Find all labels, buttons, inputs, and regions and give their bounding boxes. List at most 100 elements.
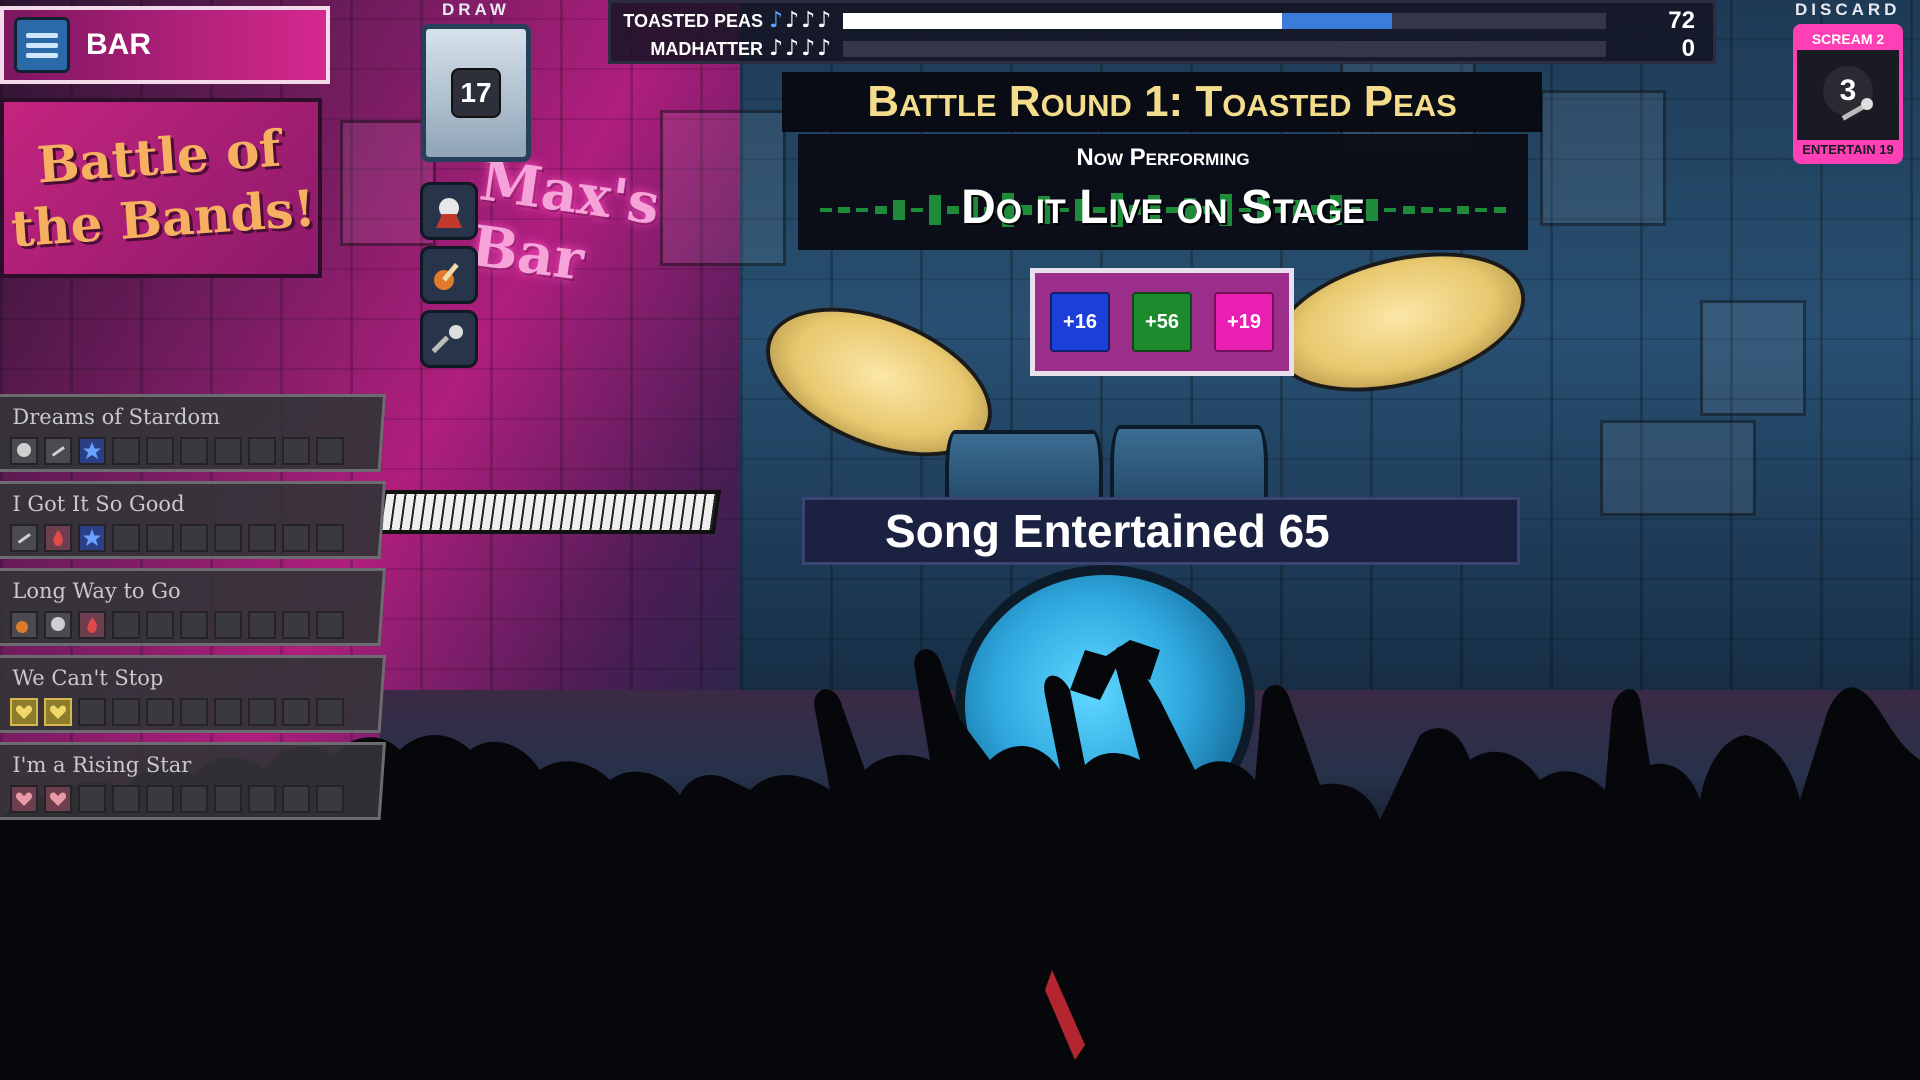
empty-slot [282,437,311,465]
team-score: 0 [1681,35,1695,62]
empty-slot [78,698,107,726]
round-banner: Battle Round 1: Toasted Peas [782,72,1542,132]
heart-gold-icon [10,698,39,726]
empty-slot [146,785,175,813]
mic-icon [10,524,39,552]
empty-slot [282,698,311,726]
empty-slot [214,785,243,813]
draw-pile[interactable]: 17 [421,24,531,162]
empty-slot [282,524,311,552]
score-bar [843,41,1606,57]
song-card[interactable]: I Got It So Good [0,481,386,559]
event-title: Battle of the Bands! [9,118,318,259]
menu-bar: BAR [0,6,330,84]
hero-icon[interactable] [420,182,478,240]
now-performing-label: Now Performing [1076,144,1250,171]
empty-slot [316,698,345,726]
heart-icon [44,785,73,813]
team-score: 72 [1668,7,1695,34]
flame-icon [78,611,107,639]
empty-slot [112,524,141,552]
guitar-icon[interactable] [420,246,478,304]
empty-slot [214,611,243,639]
team-row: TOASTED PEAS ♪ ♪ ♪ ♪ 72 [611,7,1713,35]
song-slots [10,785,345,813]
music-note-icon: ♪ [785,36,800,61]
team-row: MADHATTER ♪ ♪ ♪ ♪ 0 [611,35,1713,63]
heart-gold-icon [44,698,73,726]
music-note-icon: ♪ [801,8,816,33]
empty-slot [316,611,345,639]
notes: ♪ ♪ ♪ ♪ [763,38,849,60]
empty-slot [248,698,277,726]
music-note-icon: ♪ [817,36,832,61]
empty-slot [146,437,175,465]
empty-slot [146,524,175,552]
team-name: TOASTED PEAS [623,10,763,31]
mic-icon [1841,98,1873,121]
location-label: BAR [86,28,151,61]
discard-pile[interactable]: SCREAM 2 3 ENTERTAIN 19 [1793,24,1903,164]
song-slots [10,524,345,552]
bonus-chip: +16 [1050,292,1110,352]
song-list: Dreams of Stardom I Got It So Good Long … [0,394,386,829]
empty-slot [214,437,243,465]
guitar-icon [10,611,39,639]
empty-slot [248,611,277,639]
song-title: Long Way to Go [12,579,181,603]
empty-slot [112,437,141,465]
result-banner: Song Entertained 65 [802,497,1520,565]
music-note-icon: ♪ [817,8,832,33]
empty-slot [282,785,311,813]
music-note-icon: ♪ [769,8,784,33]
empty-slot [316,437,345,465]
music-note-icon: ♪ [801,36,816,61]
empty-slot [146,611,175,639]
song-card[interactable]: I'm a Rising Star [0,742,386,820]
empty-slot [180,698,209,726]
empty-slot [146,698,175,726]
empty-slot [180,611,209,639]
song-slots [10,437,345,465]
star-icon [78,524,107,552]
empty-slot [78,785,107,813]
empty-slot [112,611,141,639]
song-slots [10,611,345,639]
empty-slot [248,437,277,465]
score-bar [843,13,1606,29]
empty-slot [112,698,141,726]
mic-icon [44,437,73,465]
event-title-card: Battle of the Bands! [0,98,322,278]
bonus-panel: +16 +56 +19 [1030,268,1294,376]
skull-icon [44,611,73,639]
star-icon [78,437,107,465]
flame-icon [44,524,73,552]
song-title: I Got It So Good [12,492,185,516]
empty-slot [180,785,209,813]
empty-slot [316,524,345,552]
skull-icon [10,437,39,465]
scoreboard: TOASTED PEAS ♪ ♪ ♪ ♪ 72 MADHATTER ♪ ♪ ♪ … [608,0,1716,64]
empty-slot [248,785,277,813]
empty-slot [248,524,277,552]
draw-label: DRAW [442,0,510,19]
song-title: We Can't Stop [12,666,164,690]
music-note-icon: ♪ [769,36,784,61]
card-effect: SCREAM 2 [1797,28,1899,50]
song-card[interactable]: Dreams of Stardom [0,394,386,472]
song-card[interactable]: Long Way to Go [0,568,386,646]
empty-slot [180,524,209,552]
mic-icon[interactable] [420,310,478,368]
empty-slot [112,785,141,813]
song-card[interactable]: We Can't Stop [0,655,386,733]
now-performing-panel: Now Performing Do it Live on Stage [798,134,1528,250]
card-entertain: ENTERTAIN 19 [1797,140,1899,160]
song-title: Dreams of Stardom [12,405,221,429]
empty-slot [316,785,345,813]
heart-icon [10,785,39,813]
discard-label: DISCARD [1795,0,1901,19]
empty-slot [214,698,243,726]
draw-count: 17 [451,68,501,118]
performing-song-title: Do it Live on Stage [961,181,1365,234]
menu-icon[interactable] [14,17,70,73]
